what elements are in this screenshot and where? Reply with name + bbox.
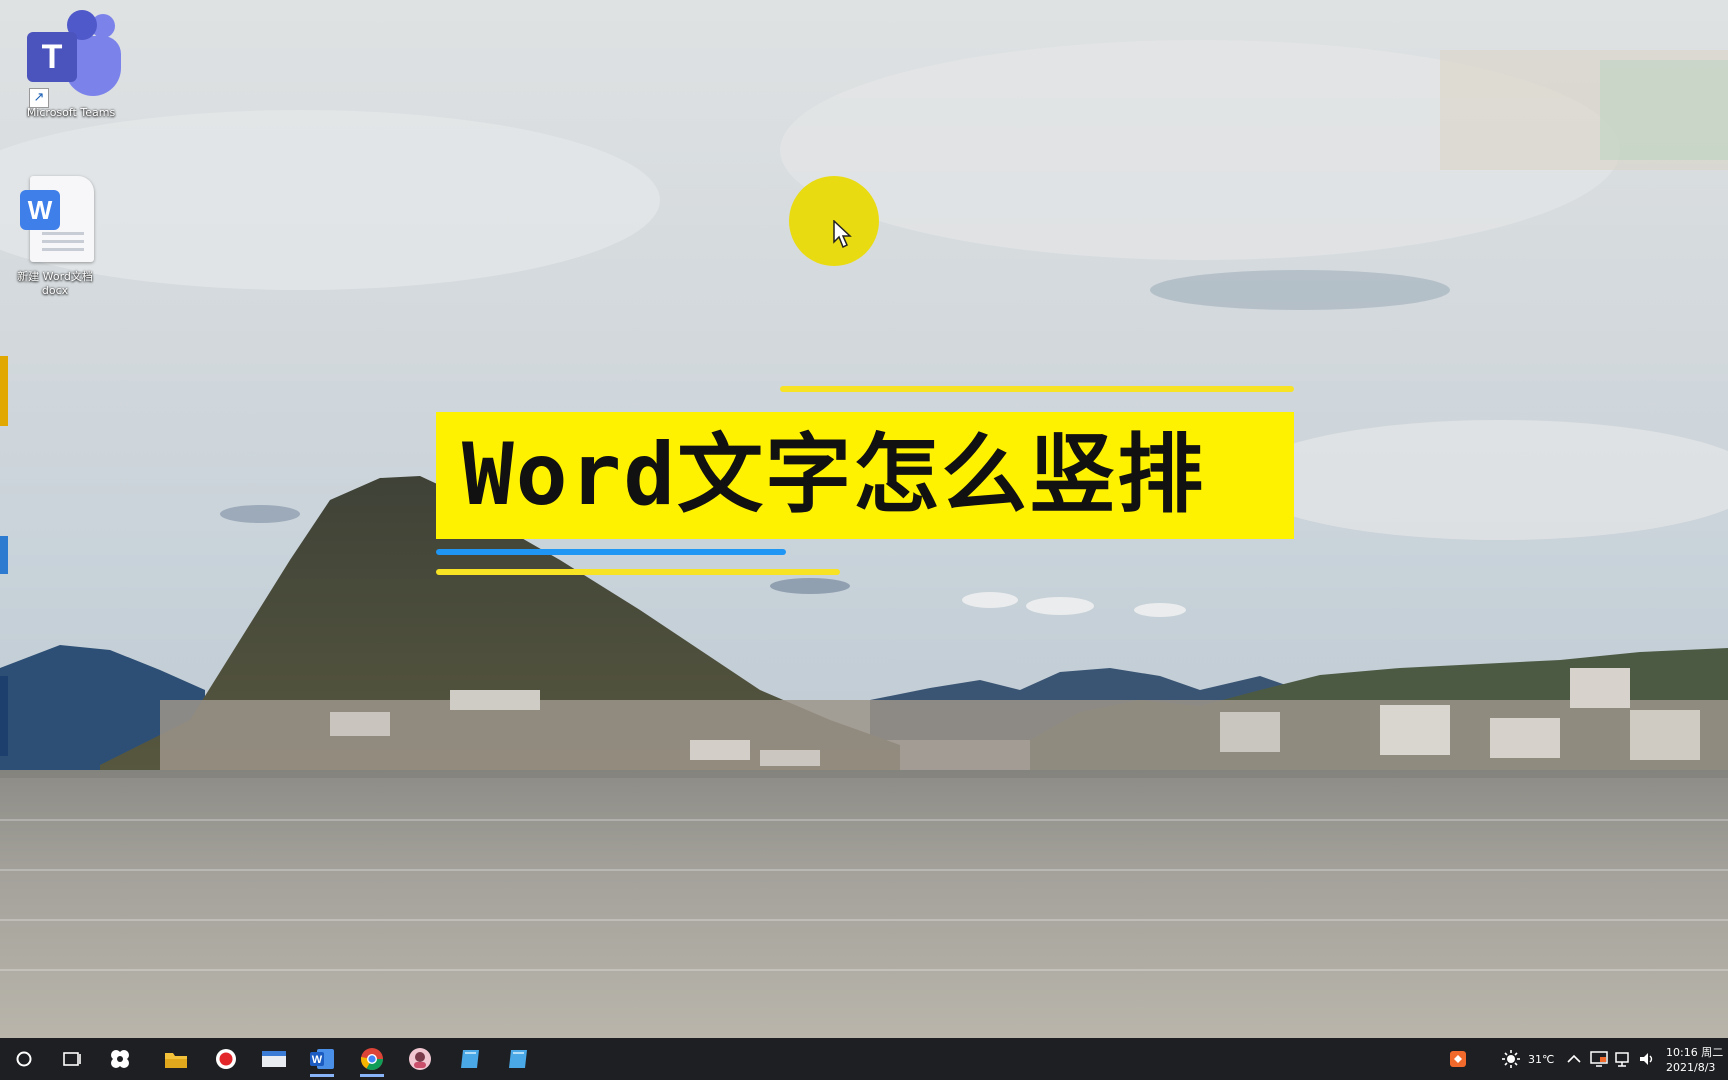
desktop-icon-label-ext: docx	[41, 284, 69, 297]
desktop-icon-teams[interactable]: T ↗ Microsoft Teams	[16, 10, 126, 120]
taskbar-word[interactable]: W	[302, 1041, 342, 1077]
taskbar-recorder[interactable]	[206, 1041, 246, 1077]
start-circle-icon	[16, 1051, 32, 1067]
monitor-icon	[1590, 1051, 1608, 1067]
tray-app-icon	[1450, 1051, 1466, 1067]
volume-icon	[1640, 1053, 1653, 1065]
weather-widget[interactable]	[1494, 1041, 1528, 1077]
desktop-icon-label: Microsoft Teams	[26, 106, 116, 119]
desktop-icon-label: 新建 Word文档	[17, 270, 93, 283]
clock[interactable]: 10:16 周二 2021/8/3	[1662, 1042, 1728, 1078]
temperature-label: 31℃	[1528, 1053, 1555, 1066]
desktop-icon-partial[interactable]	[0, 676, 8, 756]
notes-icon	[509, 1050, 527, 1068]
avatar-icon	[409, 1048, 431, 1070]
taskbar-app-s[interactable]	[100, 1041, 140, 1077]
word-icon: W	[310, 1049, 334, 1069]
desktop-icon-partial[interactable]	[0, 356, 8, 426]
notes-icon	[461, 1050, 479, 1068]
task-view-icon	[63, 1052, 81, 1066]
network-button[interactable]	[1610, 1041, 1636, 1077]
taskbar-file-explorer[interactable]	[156, 1041, 196, 1077]
show-hidden-icons-button[interactable]	[1562, 1041, 1586, 1077]
teams-icon: T ↗	[21, 10, 121, 108]
volume-button[interactable]	[1634, 1041, 1660, 1077]
shortcut-arrow-icon: ↗	[29, 88, 49, 108]
tray-monitor-button[interactable]	[1586, 1041, 1612, 1077]
taskbar-app-blue-2[interactable]	[498, 1041, 538, 1077]
clock-time: 10:16 周二	[1666, 1046, 1724, 1059]
word-document-icon: W	[20, 176, 94, 266]
record-icon	[216, 1049, 236, 1069]
desktop-icon-partial[interactable]	[0, 536, 8, 574]
decorative-line-top	[780, 386, 1294, 392]
chevron-up-icon	[1567, 1054, 1581, 1063]
taskbar: W 31℃ 10:16 周二 2021/8/3	[0, 1038, 1728, 1080]
decorative-line-yellow	[436, 569, 840, 575]
task-view-button[interactable]	[52, 1041, 92, 1077]
tray-app-icon[interactable]	[1440, 1041, 1476, 1077]
app-s-icon	[111, 1050, 129, 1068]
cursor-highlight	[789, 176, 879, 266]
mouse-cursor-icon	[833, 220, 852, 249]
taskbar-mail[interactable]	[254, 1041, 294, 1077]
clock-date: 2021/8/3	[1666, 1061, 1716, 1074]
taskbar-app-blue-1[interactable]	[450, 1041, 490, 1077]
sun-icon	[1502, 1050, 1520, 1068]
video-title: Word文字怎么竖排	[436, 412, 1294, 539]
desktop-icon-word-document[interactable]: W 新建 Word文档 docx	[0, 176, 110, 298]
start-button[interactable]	[4, 1041, 44, 1077]
network-icon	[1615, 1052, 1629, 1067]
svg-text:W: W	[312, 1054, 323, 1066]
chrome-icon	[361, 1048, 383, 1070]
mail-icon	[262, 1051, 286, 1067]
folder-icon	[165, 1053, 187, 1068]
decorative-line-blue	[436, 549, 786, 555]
taskbar-chrome[interactable]	[352, 1041, 392, 1077]
taskbar-app-avatar[interactable]	[400, 1041, 440, 1077]
